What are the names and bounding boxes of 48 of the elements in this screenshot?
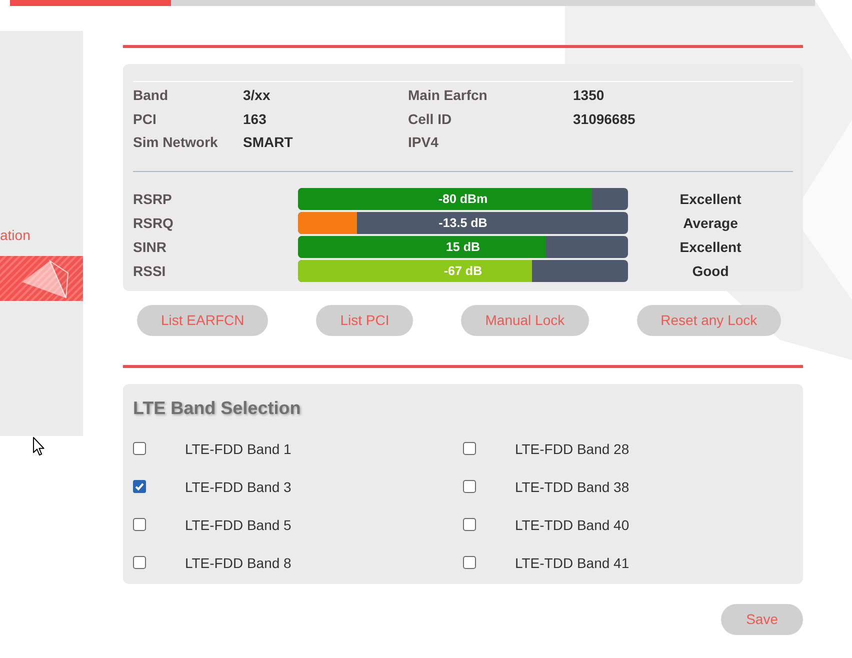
band-label: LTE-FDD Band 28 — [515, 440, 630, 456]
section-title: LTE Band Selection — [133, 396, 301, 420]
field-label: Band — [133, 86, 169, 105]
checkbox[interactable] — [133, 556, 146, 569]
signal-reading: -67 dB — [444, 264, 482, 278]
field-label: Main Earfcn — [408, 86, 488, 105]
band-label: LTE-FDD Band 5 — [185, 516, 292, 532]
cursor-icon — [33, 437, 45, 456]
checkbox[interactable] — [133, 518, 146, 531]
checkbox[interactable] — [133, 480, 146, 493]
action-button[interactable]: Manual Lock — [461, 304, 589, 336]
signal-label: RSRP — [133, 190, 173, 208]
signal-reading: -13.5 dB — [438, 216, 488, 230]
band-label: LTE-FDD Band 1 — [185, 440, 292, 456]
signal-label: RSSI — [133, 262, 167, 280]
signal-reading: -80 dBm — [438, 192, 488, 206]
signal-label: SINR — [133, 238, 168, 256]
checkbox[interactable] — [463, 442, 476, 455]
field-label: PCI — [133, 110, 158, 128]
field-value: SMART — [243, 133, 294, 152]
field-value: 3/xx — [243, 86, 272, 105]
checkbox[interactable] — [463, 518, 476, 531]
band-label: LTE-TDD Band 41 — [515, 554, 630, 570]
band-label: LTE-FDD Band 8 — [185, 554, 292, 570]
band-label: LTE-FDD Band 3 — [185, 478, 292, 494]
band-label: LTE-TDD Band 40 — [515, 516, 630, 532]
save-button[interactable]: Save — [721, 604, 803, 634]
action-button[interactable]: List PCI — [316, 304, 414, 336]
signal-quality: Excellent — [680, 190, 742, 208]
signal-label: RSRQ — [133, 214, 174, 233]
field-value: 1350 — [573, 86, 606, 105]
action-button[interactable]: Reset any Lock — [636, 304, 782, 336]
field-label: Cell ID — [408, 110, 453, 128]
field-label: IPV4 — [408, 133, 440, 152]
checkbox[interactable] — [463, 556, 476, 569]
field-value: 31096685 — [573, 110, 636, 128]
checkbox[interactable] — [133, 442, 146, 455]
checkbox[interactable] — [463, 480, 476, 493]
triangle-icon — [20, 258, 70, 300]
sidebar-item[interactable]: ation — [0, 215, 83, 256]
field-value: 163 — [243, 110, 268, 128]
signal-reading: 15 dB — [446, 240, 480, 254]
band-label: LTE-TDD Band 38 — [515, 478, 630, 494]
signal-quality: Excellent — [680, 238, 742, 256]
action-button[interactable]: List EARFCN — [137, 304, 268, 336]
signal-quality: Average — [683, 214, 738, 233]
field-label: Sim Network — [133, 133, 219, 152]
signal-quality: Good — [692, 262, 729, 280]
